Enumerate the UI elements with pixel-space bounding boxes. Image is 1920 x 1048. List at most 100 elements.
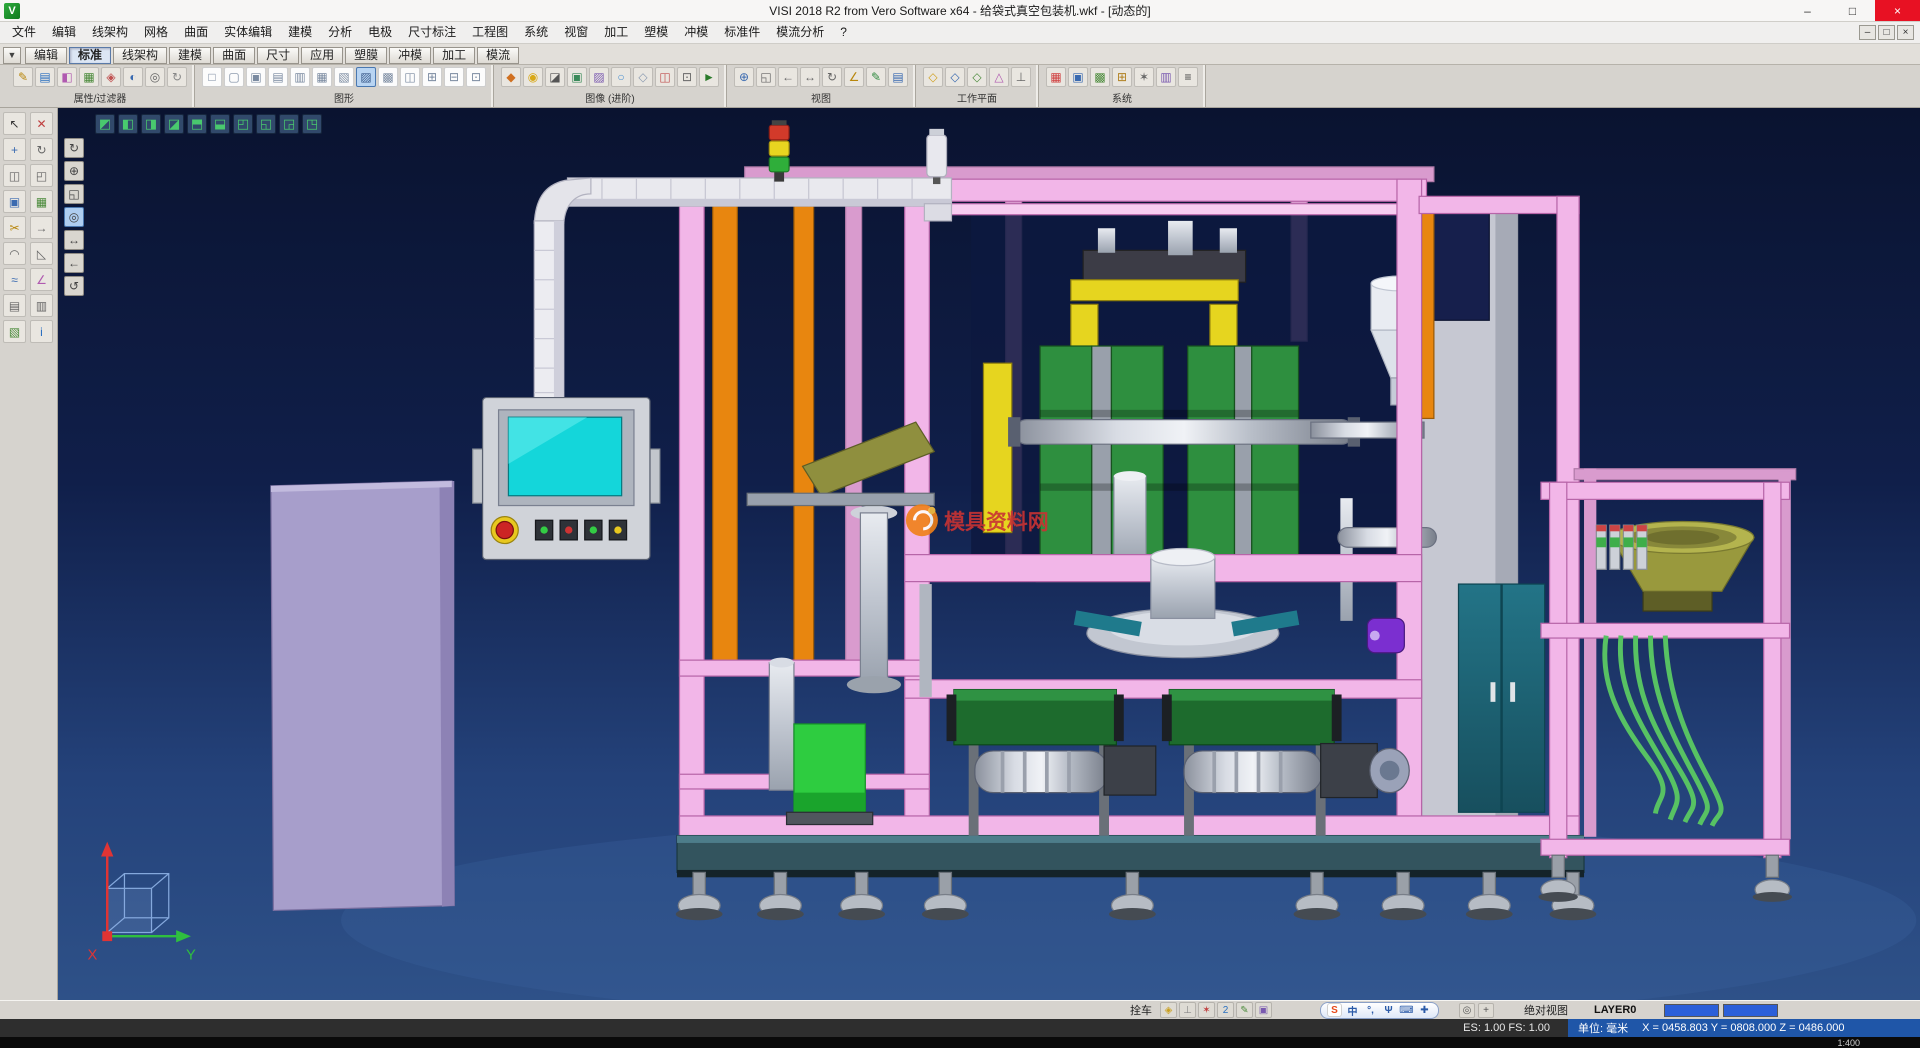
shaded-icon[interactable]: ▣ [246, 67, 266, 87]
fillet-icon[interactable]: ◠ [3, 242, 26, 265]
tab-application[interactable]: 应用 [301, 47, 343, 64]
display-settings-icon[interactable]: ▣ [1068, 67, 1088, 87]
workplane-yz-icon[interactable]: ◇ [945, 67, 965, 87]
info-icon[interactable]: i [30, 320, 53, 343]
snap-indicator-icon[interactable]: ◎ [1459, 1003, 1475, 1018]
view-mode-label[interactable]: 绝对视图 [1524, 1002, 1568, 1018]
attributes-icon[interactable]: ▥ [30, 294, 53, 317]
view-bottom-icon[interactable]: ◰ [233, 114, 253, 134]
view-left-icon[interactable]: ◪ [164, 114, 184, 134]
ime-toolbox-icon[interactable]: ✚ [1417, 1003, 1432, 1017]
tab-moldflow[interactable]: 模流 [477, 47, 519, 64]
zoom-window-icon[interactable]: ◱ [756, 67, 776, 87]
voice-input-icon[interactable]: Ψ [1381, 1003, 1396, 1017]
mdi-restore-button[interactable]: □ [1878, 25, 1895, 40]
3d-viewport[interactable]: ◩◧◨◪⬒⬓◰◱◲◳ ↻⊕◱◎↔←↺ [58, 108, 1920, 1000]
electrical-cabinet-panel[interactable] [271, 481, 454, 910]
measure-icon[interactable]: ∠ [30, 268, 53, 291]
menu-wireframe[interactable]: 线架构 [84, 22, 136, 43]
snap-settings-icon[interactable]: ⊞ [1112, 67, 1132, 87]
dynamic-rotate-icon[interactable]: ↻ [64, 138, 84, 158]
view-custom-icon[interactable]: ◳ [302, 114, 322, 134]
database-icon[interactable]: ▥ [1156, 67, 1176, 87]
machine-base-platform[interactable] [677, 836, 1584, 878]
curvature-display-icon[interactable]: ⊟ [444, 67, 464, 87]
display-icon[interactable]: ▣ [1255, 1002, 1272, 1018]
zoom-window-icon[interactable]: ◱ [64, 184, 84, 204]
move-icon[interactable]: + [3, 138, 26, 161]
menu-system[interactable]: 系统 [516, 22, 556, 43]
menu-die[interactable]: 冲模 [676, 22, 716, 43]
tab-wireframe[interactable]: 线架构 [113, 47, 167, 64]
purple-gear-motor[interactable] [1367, 618, 1404, 652]
tab-die[interactable]: 冲模 [389, 47, 431, 64]
copy-icon[interactable]: ▣ [3, 190, 26, 213]
maximize-button[interactable]: □ [1830, 0, 1875, 21]
draft-display-icon[interactable]: ⊞ [422, 67, 442, 87]
mdi-close-button[interactable]: × [1897, 25, 1914, 40]
layers-icon[interactable]: ▤ [3, 294, 26, 317]
reflection-icon[interactable]: ◫ [655, 67, 675, 87]
sogou-logo-icon[interactable]: S [1327, 1003, 1342, 1017]
workplane-zx-icon[interactable]: ◇ [967, 67, 987, 87]
pen-icon[interactable]: ✎ [1236, 1002, 1253, 1018]
menu-machining[interactable]: 加工 [596, 22, 636, 43]
trim-icon[interactable]: ✂ [3, 216, 26, 239]
menu-surface[interactable]: 曲面 [176, 22, 216, 43]
render-photo-icon[interactable]: ◆ [501, 67, 521, 87]
chamfer-icon[interactable]: ◺ [30, 242, 53, 265]
menu-file[interactable]: 文件 [4, 22, 44, 43]
tab-mold[interactable]: 塑膜 [345, 47, 387, 64]
attribute-match-icon[interactable]: ▤ [35, 67, 55, 87]
active-layer-label[interactable]: LAYER0 [1594, 1004, 1636, 1016]
tabbar-dropdown-icon[interactable]: ▼ [3, 47, 21, 64]
hidden-line-icon[interactable]: ▢ [224, 67, 244, 87]
view-front-icon[interactable]: ◧ [118, 114, 138, 134]
menu-mesh[interactable]: 网格 [136, 22, 176, 43]
menu-moldflow[interactable]: 模流分析 [768, 22, 832, 43]
machine-3d-model[interactable]: 模具资料网 X Y [58, 108, 1920, 1000]
view-axon-icon[interactable]: ◱ [256, 114, 276, 134]
hmi-control-panel[interactable] [473, 398, 660, 560]
color-filter-icon[interactable]: ◧ [57, 67, 77, 87]
selection-mask-icon[interactable]: ◐ [123, 67, 143, 87]
animation-icon[interactable]: ► [699, 67, 719, 87]
view-manager-icon[interactable]: ▤ [888, 67, 908, 87]
zoom-previous-icon[interactable]: ← [778, 67, 798, 87]
menu-electrode[interactable]: 电极 [360, 22, 400, 43]
visibility-toggle-icon[interactable]: ◎ [145, 67, 165, 87]
tab-standard[interactable]: 标准 [69, 47, 111, 64]
mirror-icon[interactable]: ◫ [3, 164, 26, 187]
rotate-icon[interactable]: ↻ [30, 138, 53, 161]
light-source-icon[interactable]: ◉ [523, 67, 543, 87]
menu-analysis[interactable]: 分析 [320, 22, 360, 43]
soft-keyboard-icon[interactable]: ⌨ [1399, 1003, 1414, 1017]
menu-dimensioning[interactable]: 尺寸标注 [400, 22, 464, 43]
view-top-icon[interactable]: ⬓ [210, 114, 230, 134]
rotate-view-icon[interactable]: ↻ [822, 67, 842, 87]
delete-icon[interactable]: ✕ [30, 112, 53, 135]
view-trimetric-icon[interactable]: ◲ [279, 114, 299, 134]
group-icon[interactable]: ▧ [3, 320, 26, 343]
view-right-icon[interactable]: ⬒ [187, 114, 207, 134]
mdi-minimize-button[interactable]: – [1859, 25, 1876, 40]
ghost-display-icon[interactable]: ▧ [334, 67, 354, 87]
menu-drafting[interactable]: 工程图 [464, 22, 516, 43]
previous-view-icon[interactable]: ← [64, 253, 84, 273]
shaded-edges-icon[interactable]: ▤ [268, 67, 288, 87]
extend-icon[interactable]: → [30, 216, 53, 239]
emergency-stop-button[interactable] [496, 521, 513, 538]
menu-mold[interactable]: 塑模 [636, 22, 676, 43]
color-table-icon[interactable]: ▦ [1046, 67, 1066, 87]
workplane-normal-icon[interactable]: ⊥ [1011, 67, 1031, 87]
settings-icon[interactable]: ✶ [1198, 1002, 1215, 1018]
menu-standard-parts[interactable]: 标准件 [716, 22, 768, 43]
annotate-view-icon[interactable]: ✎ [866, 67, 886, 87]
system-profile-icon[interactable]: ≡ [1178, 67, 1198, 87]
attribute-paint-icon[interactable]: ✎ [13, 67, 33, 87]
minimize-button[interactable]: – [1785, 0, 1830, 21]
array-icon[interactable]: ▦ [30, 190, 53, 213]
menu-solid-edit[interactable]: 实体编辑 [216, 22, 280, 43]
tab-surface[interactable]: 曲面 [213, 47, 255, 64]
view-iso-icon[interactable]: ◩ [95, 114, 115, 134]
